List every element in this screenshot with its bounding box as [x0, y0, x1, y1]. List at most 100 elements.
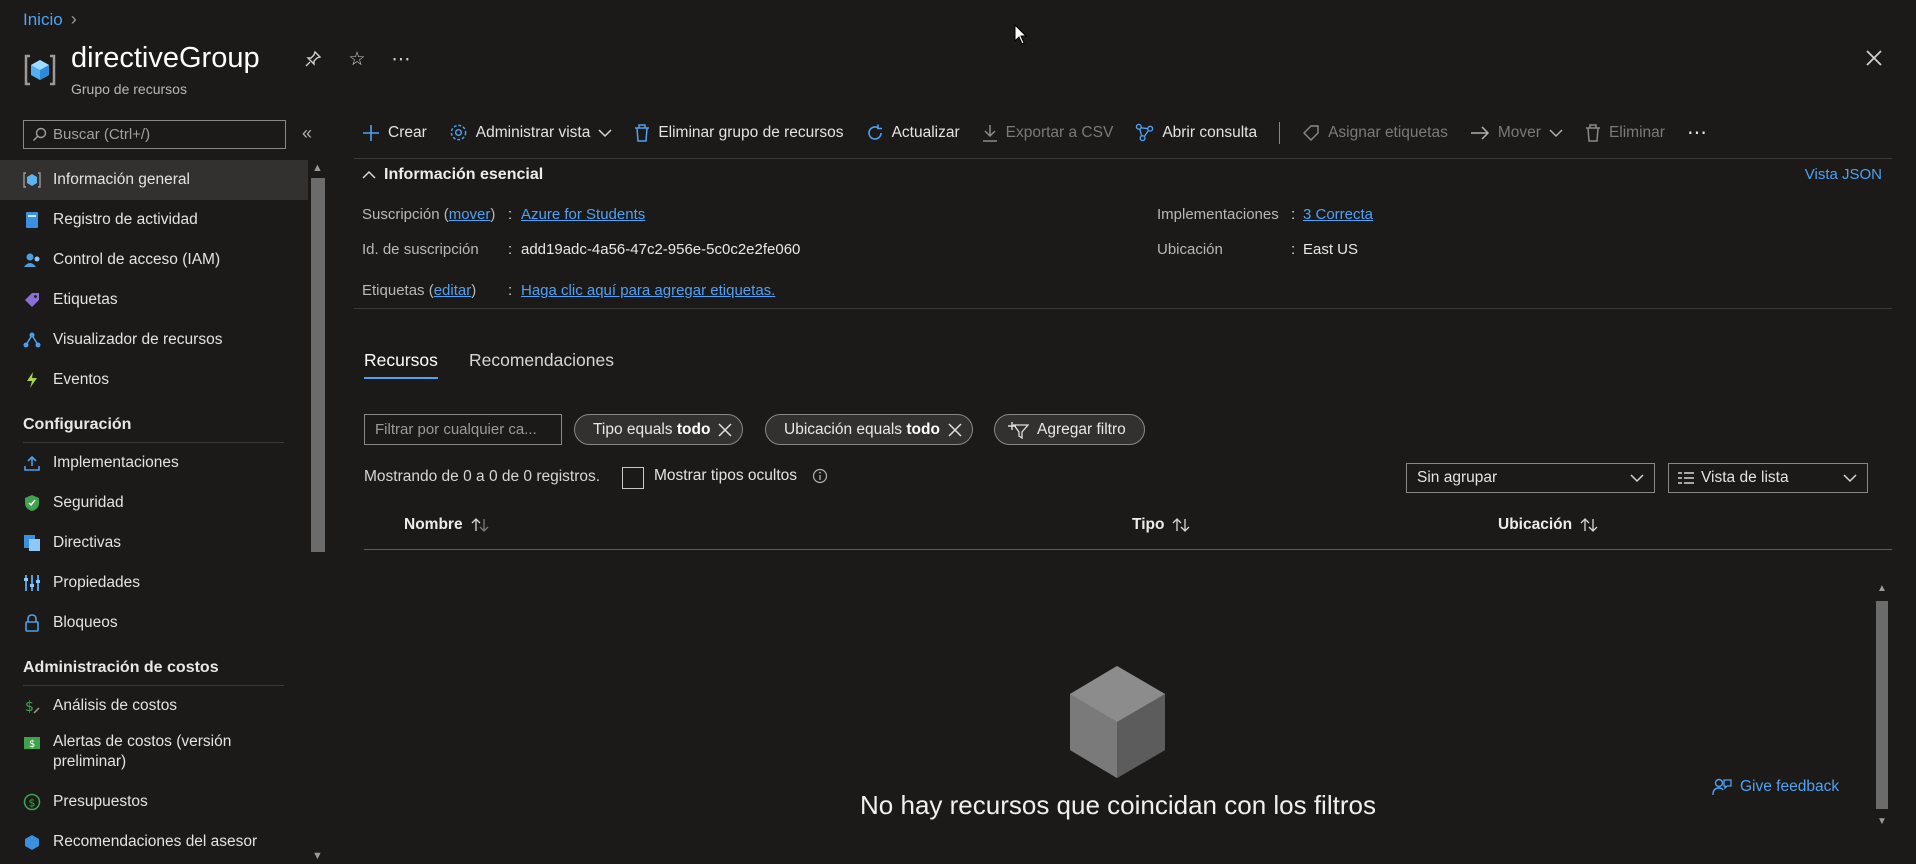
colon: : [508, 282, 513, 299]
sidebar-item-events[interactable]: Eventos [0, 360, 308, 400]
column-header-name[interactable]: Nombre [404, 516, 489, 534]
delete-group-button[interactable]: Eliminar grupo de recursos [634, 123, 844, 142]
scrollbar-thumb[interactable] [311, 178, 325, 552]
lightning-icon [23, 371, 41, 389]
empty-state-message: No hay recursos que coincidan con los fi… [860, 790, 1376, 820]
colon: : [508, 241, 513, 258]
move-button[interactable]: Mover [1470, 124, 1563, 142]
view-mode-content: Vista de lista [1677, 469, 1789, 487]
open-query-button[interactable]: Abrir consulta [1135, 123, 1257, 142]
add-tags-link[interactable]: Haga clic aquí para agregar etiquetas. [521, 282, 775, 299]
grouping-dropdown[interactable]: Sin agrupar [1406, 463, 1655, 493]
tags-label-text: Etiquetas [362, 282, 425, 299]
type-filter-value: todo [676, 420, 711, 438]
export-csv-button[interactable]: Exportar a CSV [982, 124, 1113, 142]
location-filter-text: Ubicación equals todo [784, 421, 940, 439]
scroll-up-icon[interactable]: ▲ [1877, 583, 1887, 594]
column-header-type[interactable]: Tipo [1132, 516, 1190, 534]
json-view-link[interactable]: Vista JSON [1805, 166, 1882, 183]
delete-button[interactable]: Eliminar [1585, 124, 1665, 142]
more-icon[interactable]: ⋯ [390, 48, 412, 70]
sidebar-item-properties[interactable]: Propiedades [0, 563, 308, 603]
tab-resources[interactable]: Recursos [364, 350, 438, 371]
sidebar-item-overview[interactable]: Información general [0, 160, 308, 200]
more-icon: ⋯ [1686, 122, 1707, 144]
location-filter-pill[interactable]: Ubicación equals todo [765, 414, 973, 445]
trash-icon [635, 123, 650, 142]
show-hidden-checkbox[interactable] [622, 467, 644, 489]
star-icon[interactable]: ☆ [346, 48, 368, 70]
sidebar-item-tags[interactable]: Etiquetas [0, 280, 308, 320]
chevron-down-icon [1843, 474, 1857, 483]
add-filter-button[interactable]: Agregar filtro [994, 414, 1145, 445]
search-icon [33, 127, 47, 141]
collapse-sidebar-icon[interactable]: « [302, 123, 312, 144]
sidebar-item-label: Directivas [53, 534, 122, 551]
sidebar-item-advisor[interactable]: Recomendaciones del asesor [0, 822, 308, 862]
scroll-down-icon[interactable]: ▼ [312, 850, 323, 862]
view-mode-value: Vista de lista [1701, 469, 1789, 486]
divider [354, 308, 1892, 309]
assign-tags-label: Asignar etiquetas [1328, 123, 1448, 141]
sidebar-item-cost-analysis[interactable]: $ Análisis de costos [0, 686, 308, 726]
refresh-button[interactable]: Actualizar [866, 124, 960, 142]
close-icon[interactable] [948, 422, 962, 437]
advisor-icon [23, 833, 41, 851]
column-header-location[interactable]: Ubicación [1498, 516, 1598, 534]
open-query-label: Abrir consulta [1162, 123, 1258, 141]
column-header-location-label: Ubicación [1498, 516, 1573, 533]
page-title: directiveGroup [71, 42, 260, 74]
sidebar-search-input[interactable]: Buscar (Ctrl+/) [23, 120, 286, 149]
sidebar-item-label: Etiquetas [53, 291, 118, 308]
type-filter-pill[interactable]: Tipo equals todo [574, 414, 744, 445]
scrollbar-thumb[interactable] [1876, 601, 1888, 809]
scroll-up-icon[interactable]: ▲ [312, 162, 323, 174]
properties-icon [23, 574, 41, 592]
sidebar-search-placeholder: Buscar (Ctrl+/) [53, 126, 151, 143]
give-feedback-link[interactable]: Give feedback [1712, 777, 1839, 797]
sidebar-item-iam[interactable]: Control de acceso (IAM) [0, 240, 308, 280]
svg-text:$: $ [29, 739, 35, 750]
sidebar-item-security[interactable]: Seguridad [0, 483, 308, 523]
sidebar-item-activity-log[interactable]: Registro de actividad [0, 200, 308, 240]
edit-tags-link[interactable]: editar [434, 282, 472, 299]
toolbar-divider [1279, 121, 1281, 144]
empty-state-cube-icon [1070, 666, 1165, 778]
close-icon[interactable] [718, 422, 732, 437]
move-label: Mover [1497, 123, 1541, 141]
location-filter-value: todo [906, 420, 940, 438]
pin-icon[interactable] [302, 48, 324, 70]
show-hidden-label: Mostrar tipos ocultos [654, 467, 797, 484]
tab-recommendations[interactable]: Recomendaciones [469, 350, 614, 371]
filter-input[interactable]: Filtrar por cualquier ca... [364, 414, 562, 445]
essentials-toggle[interactable]: Información esencial [362, 166, 543, 184]
create-button[interactable]: Crear [362, 124, 427, 142]
lock-icon [23, 614, 41, 632]
sidebar-item-cost-alerts[interactable]: $ Alertas de costos (versión preliminar) [0, 726, 308, 782]
manage-view-label: Administrar vista [475, 123, 591, 141]
tag-icon [23, 291, 41, 309]
sidebar-item-label: Seguridad [53, 494, 124, 511]
active-tab-indicator [364, 377, 438, 379]
sidebar-item-resource-visualizer[interactable]: Visualizador de recursos [0, 320, 308, 360]
subscription-link[interactable]: Azure for Students [521, 206, 645, 223]
sidebar-item-policies[interactable]: Directivas [0, 523, 308, 563]
more-actions-button[interactable]: ⋯ [1687, 120, 1707, 145]
manage-view-button[interactable]: Administrar vista [449, 123, 613, 142]
info-icon[interactable] [812, 468, 828, 484]
view-mode-dropdown[interactable]: Vista de lista [1668, 463, 1868, 493]
sidebar-item-label: Alertas de costos (versión preliminar) [53, 733, 232, 770]
sidebar-item-label: Registro de actividad [53, 211, 198, 228]
deployments-link[interactable]: 3 Correcta [1303, 206, 1373, 223]
svg-text:$: $ [25, 699, 34, 715]
sidebar-scrollbar[interactable]: ▲ ▼ [308, 160, 328, 864]
query-graph-icon [1136, 123, 1154, 142]
assign-tags-button[interactable]: Asignar etiquetas [1302, 124, 1448, 142]
move-subscription-link[interactable]: mover [449, 206, 491, 223]
breadcrumb-home-link[interactable]: Inicio [23, 10, 63, 30]
sidebar-item-locks[interactable]: Bloqueos [0, 603, 308, 643]
sidebar-item-deployments[interactable]: Implementaciones [0, 443, 308, 483]
close-icon[interactable] [1862, 46, 1886, 70]
trash-icon [1585, 123, 1600, 142]
command-bar: Crear Administrar vista Eliminar grupo d… [362, 120, 1707, 145]
